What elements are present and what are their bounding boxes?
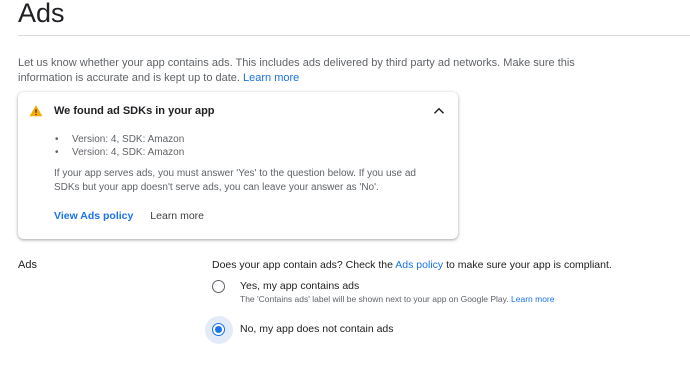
option-yes-help-text: The 'Contains ads' label will be shown n… xyxy=(240,294,509,304)
radio-no-wrapper xyxy=(205,316,233,344)
option-yes-learn-more-link[interactable]: Learn more xyxy=(511,294,554,304)
option-no-label[interactable]: No, my app does not contain ads xyxy=(240,323,394,335)
warning-icon xyxy=(29,105,43,117)
option-yes-help: The 'Contains ads' label will be shown n… xyxy=(240,294,554,304)
radio-no-contains-ads[interactable] xyxy=(212,323,225,336)
sdk-list-item: Version: 4, SDK: Amazon xyxy=(54,146,184,159)
ads-section-label: Ads xyxy=(18,259,37,271)
intro-text: Let us know whether your app contains ad… xyxy=(18,56,618,86)
notice-body: If your app serves ads, you must answer … xyxy=(54,168,416,193)
intro-learn-more-link[interactable]: Learn more xyxy=(243,72,299,84)
sdk-list: Version: 4, SDK: Amazon Version: 4, SDK:… xyxy=(54,133,184,159)
view-ads-policy-button[interactable]: View Ads policy xyxy=(54,210,133,222)
radio-yes-contains-ads[interactable] xyxy=(212,280,225,293)
notice-title: We found ad SDKs in your app xyxy=(54,105,215,117)
radio-yes-wrapper xyxy=(205,273,233,301)
chevron-up-icon[interactable] xyxy=(430,102,448,120)
question-text-before: Does your app contain ads? Check the xyxy=(212,259,393,271)
ad-sdk-notice-card: We found ad SDKs in your app Version: 4,… xyxy=(18,92,458,239)
page-title: Ads xyxy=(18,0,65,28)
option-yes-label[interactable]: Yes, my app contains ads xyxy=(240,280,359,292)
question-text-after: to make sure your app is compliant. xyxy=(446,259,612,271)
ads-policy-link[interactable]: Ads policy xyxy=(395,259,443,271)
title-divider xyxy=(18,35,690,36)
notice-learn-more-button[interactable]: Learn more xyxy=(150,210,204,222)
sdk-list-item: Version: 4, SDK: Amazon xyxy=(54,133,184,146)
notice-actions: View Ads policy Learn more xyxy=(54,210,218,222)
ads-question: Does your app contain ads? Check the Ads… xyxy=(212,259,612,271)
